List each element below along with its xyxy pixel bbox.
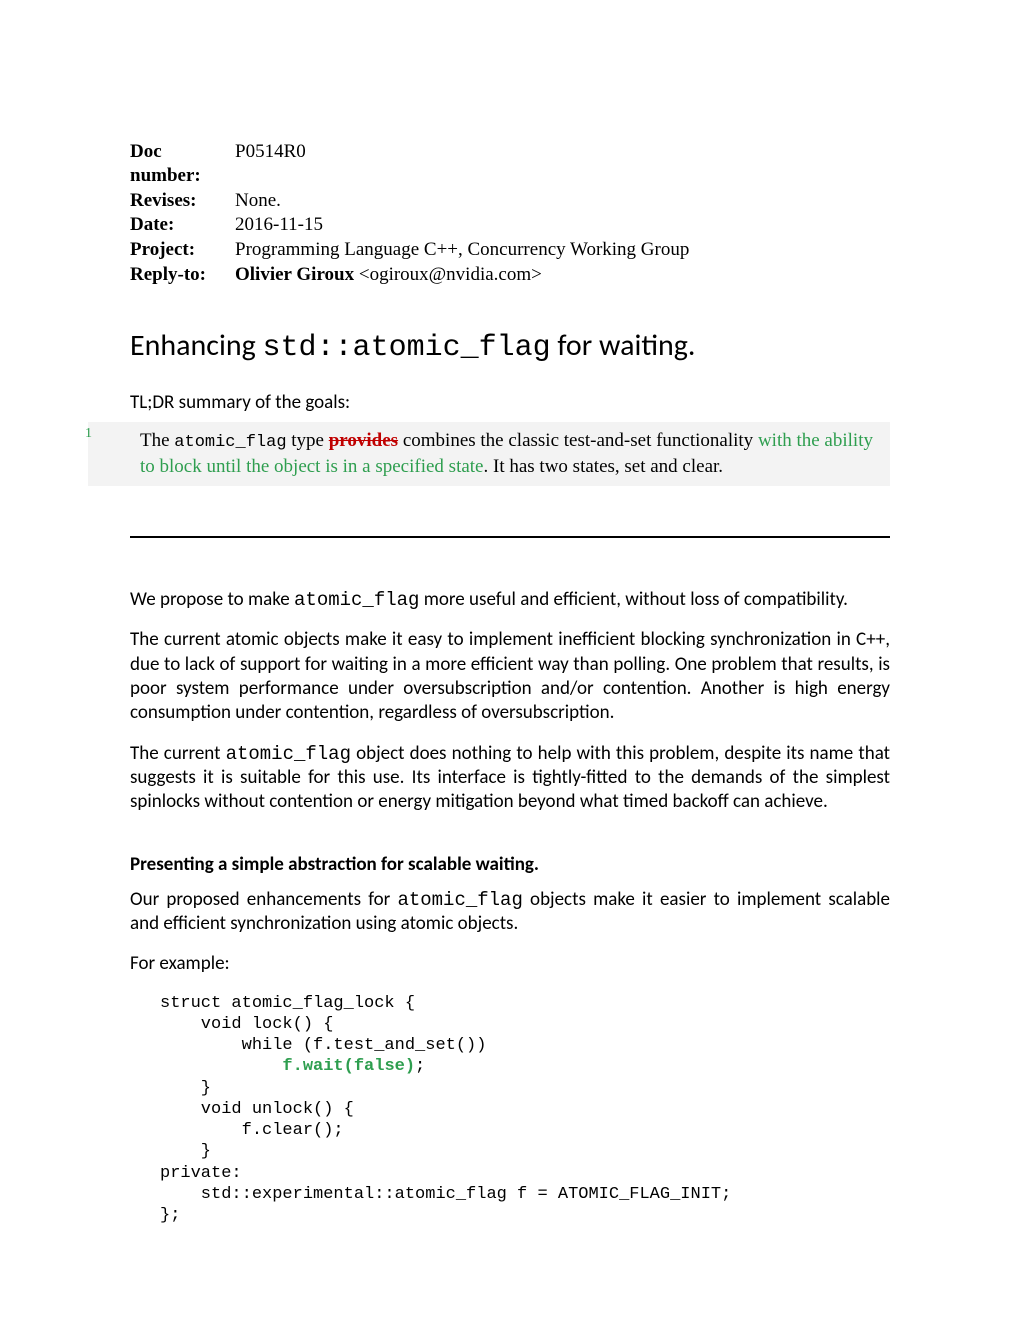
code-line: void lock() {	[160, 1015, 333, 1034]
paragraph: The current atomic_flag object does noth…	[130, 742, 890, 815]
paragraph: For example:	[130, 952, 890, 976]
paragraph: Our proposed enhancements for atomic_fla…	[130, 888, 890, 937]
meta-doc-number: Doc number: P0514R0	[130, 140, 890, 188]
summary-deleted: provides	[329, 430, 398, 451]
reply-name: Olivier Giroux	[235, 264, 359, 285]
code-line: void unlock() {	[160, 1100, 354, 1119]
summary-code: atomic_flag	[174, 433, 286, 452]
inline-code: atomic_flag	[226, 743, 351, 765]
text: The current	[130, 742, 226, 765]
inline-code: atomic_flag	[294, 589, 419, 611]
summary-text: . It has two states, set and clear.	[484, 456, 724, 477]
meta-revises: Revises: None.	[130, 189, 890, 213]
text: more useful and efficient, without loss …	[419, 588, 848, 611]
inline-code: atomic_flag	[397, 889, 522, 911]
code-line: std::experimental::atomic_flag f = ATOMI…	[160, 1185, 731, 1204]
section-heading: Presenting a simple abstraction for scal…	[130, 853, 890, 876]
paragraph: The current atomic objects make it easy …	[130, 628, 890, 725]
text: We propose to make	[130, 588, 294, 611]
meta-date: Date: 2016-11-15	[130, 213, 890, 237]
divider	[130, 536, 890, 538]
summary-marker: 1	[85, 425, 92, 444]
meta-value: Programming Language C++, Concurrency Wo…	[235, 238, 890, 262]
code-line: while (f.test_and_set())	[160, 1036, 486, 1055]
code-line: private:	[160, 1164, 242, 1183]
meta-value: P0514R0	[235, 140, 890, 188]
tldr-label: TL;DR summary of the goals:	[130, 391, 890, 414]
text: Our proposed enhancements for	[130, 888, 397, 911]
meta-value: 2016-11-15	[235, 213, 890, 237]
title-code: std::atomic_flag	[263, 331, 551, 365]
summary-text: the classic test-and-set functionality	[476, 430, 758, 451]
code-line: }	[160, 1079, 211, 1098]
code-line: }	[160, 1142, 211, 1161]
code-block: struct atomic_flag_lock { void lock() { …	[160, 993, 890, 1227]
meta-label: Revises:	[130, 189, 235, 213]
paragraph: We propose to make atomic_flag more usef…	[130, 588, 890, 612]
page-title: Enhancing std::atomic_flag for waiting.	[130, 327, 890, 365]
summary-block: 1 The atomic_flag type provides combines…	[88, 422, 890, 487]
code-line	[160, 1057, 282, 1076]
meta-label: Date:	[130, 213, 235, 237]
code-added: f.wait(false)	[282, 1057, 415, 1076]
title-post: for waiting.	[551, 327, 696, 364]
meta-label: Doc number:	[130, 140, 235, 188]
reply-email: <ogiroux@nvidia.com>	[359, 264, 542, 285]
code-line: };	[160, 1206, 180, 1225]
code-line: f.clear();	[160, 1121, 344, 1140]
summary-text: type	[287, 430, 329, 451]
meta-value: None.	[235, 189, 890, 213]
meta-label: Project:	[130, 238, 235, 262]
meta-label: Reply-to:	[130, 263, 235, 287]
code-line: ;	[415, 1057, 425, 1076]
summary-text: combines	[398, 430, 476, 451]
code-line: struct atomic_flag_lock {	[160, 994, 415, 1013]
title-pre: Enhancing	[130, 327, 263, 364]
meta-reply-to: Reply-to: Olivier Giroux <ogiroux@nvidia…	[130, 263, 890, 287]
meta-project: Project: Programming Language C++, Concu…	[130, 238, 890, 262]
meta-value: Olivier Giroux <ogiroux@nvidia.com>	[235, 263, 890, 287]
summary-text: The	[140, 430, 174, 451]
